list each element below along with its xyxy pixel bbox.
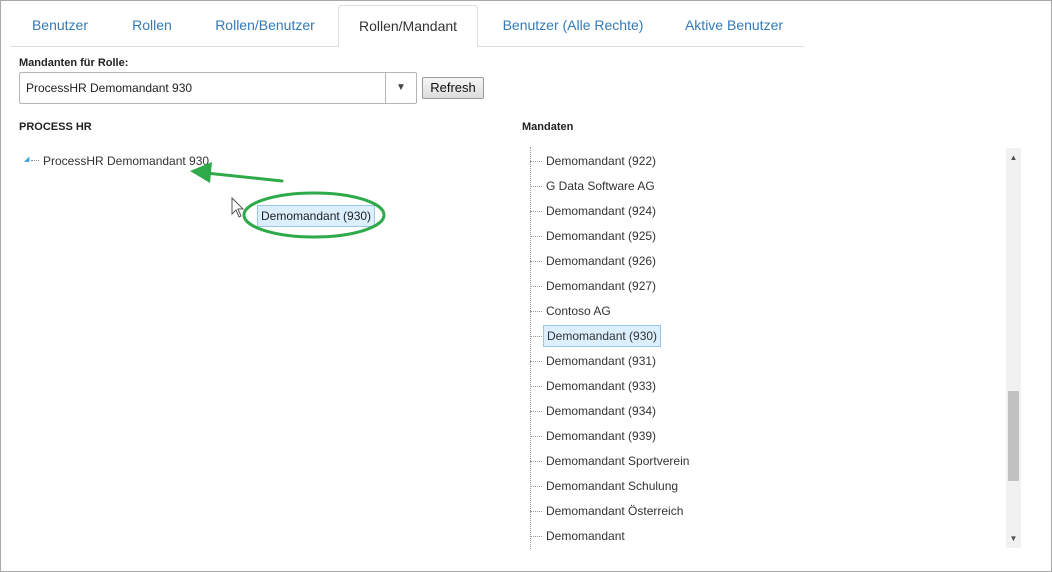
list-item[interactable]: Demomandant (925) — [530, 225, 970, 247]
list-scrollbar[interactable]: ▲ ▼ — [1006, 148, 1021, 548]
tree-connector — [530, 486, 542, 487]
tab-benutzer[interactable]: Benutzer — [22, 5, 98, 46]
list-item[interactable]: Demomandant (927) — [530, 275, 970, 297]
tab-benutzer-alle-rechte[interactable]: Benutzer (Alle Rechte) — [495, 5, 651, 46]
drag-item-ghost: Demomandant (930) — [257, 205, 376, 227]
scroll-up-arrow-icon[interactable]: ▲ — [1006, 150, 1021, 166]
list-item-label: Demomandant Österreich — [546, 504, 684, 518]
tree-connector — [530, 511, 542, 512]
tree-connector — [31, 160, 39, 161]
list-item[interactable]: Demomandant — [530, 525, 970, 547]
caret-down-icon[interactable]: ▼ — [385, 73, 416, 103]
list-item[interactable]: Demomandant (926) — [530, 250, 970, 272]
list-item-label: G Data Software AG — [546, 179, 655, 193]
tree-connector — [530, 161, 542, 162]
tree-connector — [530, 186, 542, 187]
scroll-thumb[interactable] — [1008, 391, 1019, 481]
role-select-value: ProcessHR Demomandant 930 — [26, 81, 193, 95]
list-item[interactable]: Demomandant Österreich — [530, 500, 970, 522]
list-item-label: Demomandant (924) — [546, 204, 657, 218]
list-item[interactable]: Demomandant (933) — [530, 375, 970, 397]
tab-rollen[interactable]: Rollen — [121, 5, 183, 46]
list-item[interactable]: Demomandant (930) — [530, 325, 970, 347]
list-item[interactable]: Contoso AG — [530, 300, 970, 322]
tab-rollen-benutzer[interactable]: Rollen/Benutzer — [206, 5, 324, 46]
list-item[interactable]: Demomandant (922) — [530, 150, 970, 172]
mandant-list: Demomandant (922) G Data Software AG Demom… — [522, 147, 1022, 549]
list-item-label: Demomandant (934) — [546, 404, 657, 418]
list-item[interactable]: Demomandant (924) — [530, 200, 970, 222]
tree-connector — [530, 386, 542, 387]
refresh-button[interactable]: Refresh — [422, 77, 484, 99]
list-item-label: Demomandant — [546, 529, 625, 543]
tree-connector — [530, 236, 542, 237]
list-item-label: Demomandant (939) — [546, 429, 657, 443]
list-item[interactable]: Demomandant (934) — [530, 400, 970, 422]
tree-connector — [530, 311, 542, 312]
tab-bar: Benutzer Rollen Rollen/Benutzer Rollen/M… — [10, 5, 804, 47]
tree-connector — [530, 261, 542, 262]
tree-connector — [530, 436, 542, 437]
list-item-label: Demomandant (926) — [546, 254, 657, 268]
list-item[interactable]: G Data Software AG — [530, 175, 970, 197]
list-item-label: Demomandant Schulung — [546, 479, 679, 493]
scroll-down-arrow-icon[interactable]: ▼ — [1006, 531, 1021, 547]
tree-connector — [530, 536, 542, 537]
tree-connector — [530, 411, 542, 412]
tree-connector — [530, 461, 542, 462]
tree-connector — [530, 211, 542, 212]
list-item-label: Demomandant (922) — [546, 154, 657, 168]
list-item-label: Contoso AG — [546, 304, 611, 318]
tree-connector — [530, 336, 542, 337]
list-item-label: Demomandant (931) — [546, 354, 657, 368]
list-item-label: Demomandant (925) — [546, 229, 657, 243]
list-item[interactable]: Demomandant (939) — [530, 425, 970, 447]
list-item-label: Demomandant Sportverein — [546, 454, 690, 468]
tree-connector — [530, 286, 542, 287]
list-item-label: Demomandant (927) — [546, 279, 657, 293]
left-panel-title: PROCESS HR — [19, 121, 92, 133]
role-field-label: Mandanten für Rolle: — [19, 57, 129, 69]
tab-rollen-mandant[interactable]: Rollen/Mandant — [338, 5, 478, 47]
right-panel-title: Mandaten — [522, 121, 574, 133]
list-item-label: Demomandant (930) — [543, 325, 662, 347]
list-item[interactable]: Demomandant Schulung — [530, 475, 970, 497]
list-item-label: Demomandant (933) — [546, 379, 657, 393]
role-select[interactable]: ProcessHR Demomandant 930 ▼ — [19, 72, 417, 104]
tab-aktive-benutzer[interactable]: Aktive Benutzer — [675, 5, 793, 46]
tree-connector — [530, 361, 542, 362]
list-item[interactable]: Demomandant (931) — [530, 350, 970, 372]
tree-node-label: ProcessHR Demomandant 930 — [43, 154, 210, 168]
list-item[interactable]: Demomandant Sportverein — [530, 450, 970, 472]
